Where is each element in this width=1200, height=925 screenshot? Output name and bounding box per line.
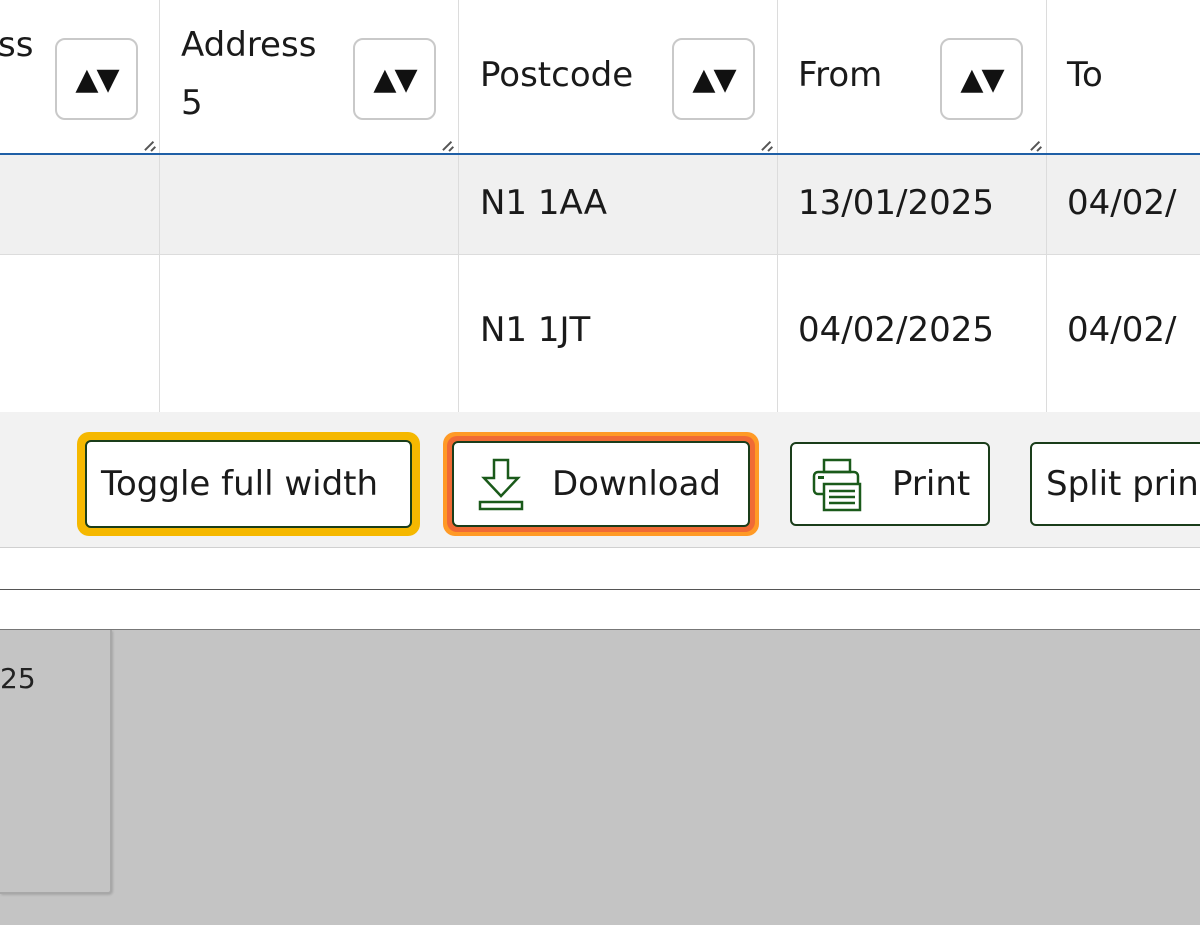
sort-button[interactable]: ▲▼ (672, 38, 755, 120)
table-cell (0, 155, 160, 254)
printer-icon (812, 458, 862, 512)
print-button[interactable]: Print (790, 442, 990, 526)
main-panel: ss ▲▼ Address 5 ▲▼ Postcode ▲▼ From ▲▼ T… (0, 0, 1200, 630)
data-table: ss ▲▼ Address 5 ▲▼ Postcode ▲▼ From ▲▼ T… (0, 0, 1200, 412)
table-cell-from: 04/02/2025 (778, 255, 1047, 412)
toggle-full-width-label: Toggle full width (101, 464, 379, 504)
divider (0, 548, 1200, 590)
table-cell-to: 04/02/ (1047, 155, 1200, 254)
postcode-value: N1 1JT (480, 310, 591, 350)
column-header-label: Postcode (480, 55, 634, 95)
table-cell (0, 255, 160, 412)
from-date-value: 13/01/2025 (798, 183, 994, 223)
to-date-value: 04/02/ (1067, 310, 1177, 350)
sort-button[interactable]: ▲▼ (55, 38, 138, 120)
sort-icon: ▲▼ (692, 61, 736, 97)
column-header-label: From (798, 55, 883, 95)
sort-icon: ▲▼ (960, 61, 1004, 97)
table-cell-from: 13/01/2025 (778, 155, 1047, 254)
postcode-value: N1 1AA (480, 183, 607, 223)
from-date-value: 04/02/2025 (798, 310, 994, 350)
download-icon (478, 458, 524, 511)
split-print-button[interactable]: Split prin (1030, 442, 1200, 526)
table-row: N1 1JT 04/02/2025 04/02/ (0, 255, 1200, 412)
table-cell-postcode: N1 1AA (459, 155, 778, 254)
column-resize-handle[interactable] (1027, 137, 1041, 151)
sort-button[interactable]: ▲▼ (940, 38, 1023, 120)
column-header-address-5: Address 5 ▲▼ (160, 0, 459, 153)
table-row: N1 1AA 13/01/2025 04/02/ (0, 155, 1200, 255)
column-header-label: ss (0, 25, 34, 65)
sort-icon: ▲▼ (373, 61, 417, 97)
column-header-label: To (1067, 55, 1103, 95)
table-cell (160, 155, 459, 254)
column-header-from: From ▲▼ (778, 0, 1047, 153)
column-resize-handle[interactable] (439, 137, 453, 151)
divider (0, 590, 1200, 630)
to-date-value: 04/02/ (1067, 183, 1177, 223)
column-header-postcode: Postcode ▲▼ (459, 0, 778, 153)
table-header-row: ss ▲▼ Address 5 ▲▼ Postcode ▲▼ From ▲▼ T… (0, 0, 1200, 155)
background-card: 25 (0, 630, 112, 894)
column-resize-handle[interactable] (758, 137, 772, 151)
background-card-text: 25 (0, 662, 36, 695)
table-cell (160, 255, 459, 412)
table-cell-to: 04/02/ (1047, 255, 1200, 412)
toggle-full-width-button[interactable]: Toggle full width (85, 440, 412, 528)
column-header-label-line2: 5 (181, 83, 203, 123)
print-label: Print (892, 464, 971, 504)
download-label: Download (552, 464, 722, 504)
column-header-address-4: ss ▲▼ (0, 0, 160, 153)
table-cell-postcode: N1 1JT (459, 255, 778, 412)
column-header-to: To (1047, 0, 1200, 153)
sort-icon: ▲▼ (75, 61, 119, 97)
split-print-label: Split prin (1046, 464, 1199, 504)
sort-button[interactable]: ▲▼ (353, 38, 436, 120)
column-resize-handle[interactable] (141, 137, 155, 151)
column-header-label: Address (181, 25, 317, 65)
download-button[interactable]: Download (452, 441, 750, 527)
